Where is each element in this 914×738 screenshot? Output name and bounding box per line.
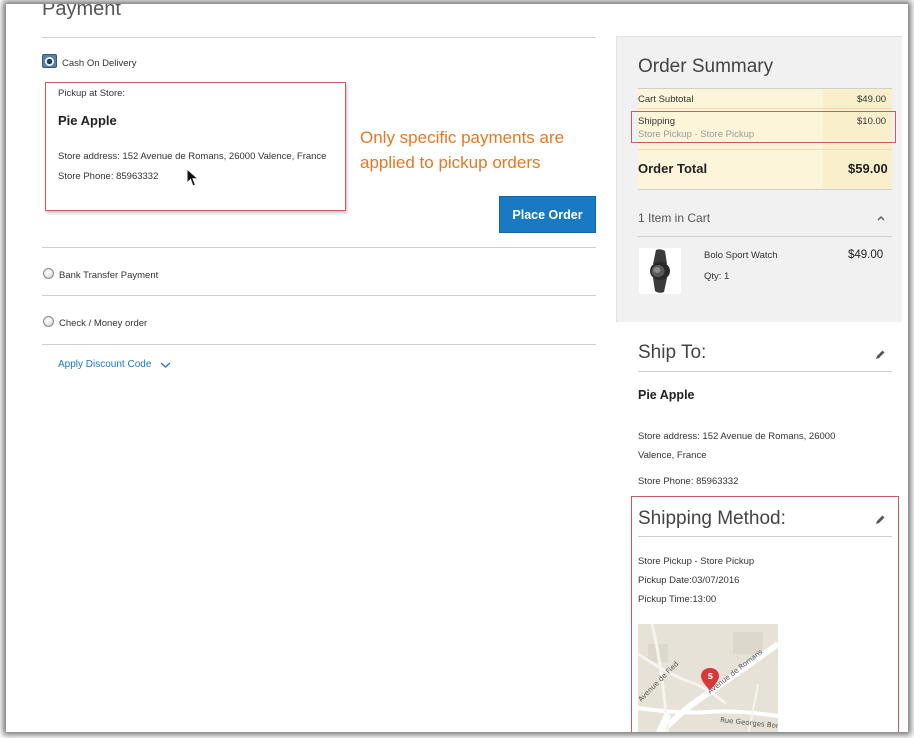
divider — [638, 371, 892, 372]
radio-checked-icon — [44, 56, 55, 67]
cart-subtotal-label: Cart Subtotal — [638, 94, 694, 105]
divider — [638, 189, 892, 190]
product-qty: Qty: 1 — [704, 271, 730, 282]
chevron-down-icon[interactable] — [159, 360, 172, 370]
divider — [638, 149, 892, 150]
cash-on-delivery-label[interactable]: Cash On Delivery — [62, 58, 136, 69]
order-total-label: Order Total — [638, 161, 708, 176]
shipping-method-name: Store Pickup - Store Pickup — [638, 556, 755, 567]
bank-transfer-radio[interactable] — [43, 268, 54, 279]
store-name: Pie Apple — [58, 113, 117, 128]
shipping-highlight-box — [631, 111, 896, 143]
ship-to-name: Pie Apple — [638, 388, 695, 402]
chevron-up-icon[interactable] — [876, 213, 886, 223]
mouse-cursor-icon — [186, 168, 200, 187]
divider — [42, 344, 596, 345]
payment-title: Payment — [42, 4, 121, 20]
bank-transfer-label[interactable]: Bank Transfer Payment — [59, 270, 158, 281]
check-money-order-label[interactable]: Check / Money order — [59, 318, 147, 329]
divider — [42, 247, 596, 248]
pencil-icon[interactable] — [874, 514, 886, 526]
checkout-window: Payment Cash On Delivery Pickup at Store… — [6, 4, 908, 732]
pickup-store-box — [45, 82, 346, 211]
ship-to-address-line1: Store address: 152 Avenue de Romans, 260… — [638, 431, 836, 442]
ship-to-phone: Store Phone: 85963332 — [638, 476, 739, 487]
divider — [638, 108, 892, 109]
product-thumbnail — [639, 248, 681, 294]
product-price: $49.00 — [848, 249, 884, 261]
store-phone: Store Phone: 85963332 — [58, 171, 159, 182]
pencil-icon[interactable] — [874, 349, 886, 361]
annotation-line-2: applied to pickup orders — [360, 153, 541, 172]
store-map[interactable]: Avenue de Romans Avenue de Fied Rue Geor… — [638, 624, 778, 732]
items-in-cart-toggle[interactable]: 1 Item in Cart — [638, 211, 710, 225]
ship-to-title: Ship To: — [638, 342, 707, 363]
annotation-line-1: Only specific payments are — [360, 128, 565, 147]
order-summary-title: Order Summary — [638, 56, 774, 77]
order-sidebar: Order Summary Cart Subtotal $49.00 Shipp… — [616, 36, 902, 732]
apply-discount-link[interactable]: Apply Discount Code — [58, 359, 151, 370]
pickup-date: Pickup Date:03/07/2016 — [638, 575, 740, 586]
svg-text:S: S — [708, 672, 714, 681]
check-money-order-radio[interactable] — [43, 316, 54, 327]
cart-subtotal-value: $49.00 — [857, 94, 887, 105]
shipping-method-title: Shipping Method: — [638, 508, 786, 529]
pickup-heading: Pickup at Store: — [58, 88, 126, 99]
product-name: Bolo Sport Watch — [704, 250, 778, 261]
ship-to-address-line2: Valence, France — [638, 450, 707, 461]
divider — [42, 295, 596, 296]
pickup-time: Pickup Time:13:00 — [638, 594, 717, 605]
place-order-button[interactable]: Place Order — [499, 196, 596, 233]
store-address: Store address: 152 Avenue de Romans, 260… — [58, 151, 327, 162]
order-total-value: $59.00 — [848, 161, 888, 176]
cash-on-delivery-radio[interactable] — [42, 54, 57, 68]
divider — [638, 236, 892, 237]
divider — [638, 536, 892, 537]
divider — [42, 37, 596, 38]
